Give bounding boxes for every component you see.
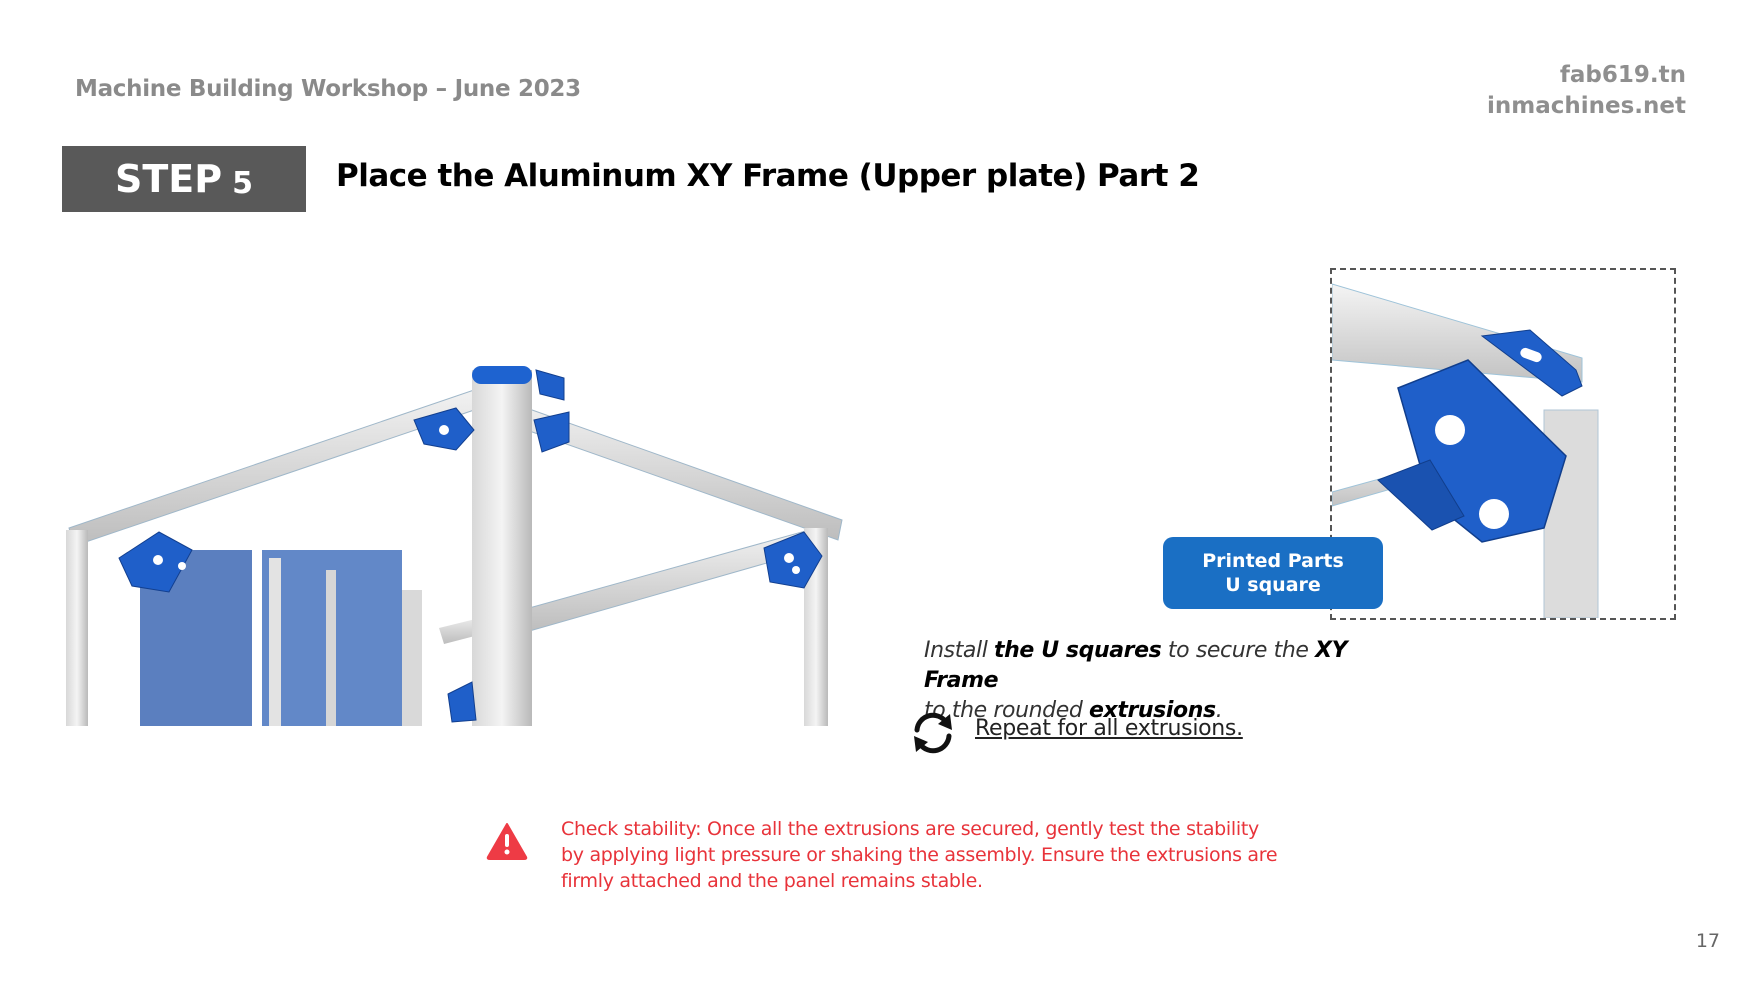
callout-line2: U square [1225, 574, 1321, 596]
warning-icon [486, 823, 528, 860]
instruction-text: Install the U squares to secure the XY F… [924, 636, 1404, 726]
step-label: STEP [115, 157, 223, 201]
u-square-detail-illustration [1332, 283, 1599, 618]
frame-illustration [66, 366, 843, 726]
header-sites: fab619.tn inmachines.net [1487, 60, 1686, 122]
site-inmachines: inmachines.net [1486, 93, 1686, 119]
workshop-title: Machine Building Workshop – June 2023 [75, 76, 581, 102]
instruction-part: Install [924, 638, 995, 663]
page-number: 17 [1695, 930, 1720, 952]
site-fab619: fab619.tn [1559, 62, 1686, 88]
callout-line1: Printed Parts [1202, 550, 1344, 572]
stability-warning: Check stability: Once all the extrusions… [561, 818, 1278, 892]
step-badge: STEP 5 [62, 146, 306, 212]
repeat-instruction: Repeat for all extrusions. [975, 716, 1243, 741]
step-title: Place the Aluminum XY Frame (Upper plate… [336, 158, 1200, 194]
instruction-emphasis: the U squares [994, 638, 1162, 663]
step-number: 5 [232, 165, 253, 201]
refresh-icon [914, 712, 952, 754]
instruction-part: to secure the [1161, 638, 1316, 663]
printed-parts-callout: Printed Parts U square [1163, 537, 1383, 609]
